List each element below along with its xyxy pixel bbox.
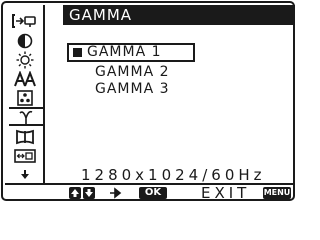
sidebar-divider xyxy=(43,5,45,183)
gamma-icon xyxy=(19,110,33,124)
sidebar-item-gamma[interactable] xyxy=(9,107,43,126)
option-gamma-1[interactable]: GAMMA 1 xyxy=(67,43,195,62)
brightness-icon xyxy=(16,51,34,68)
sidebar xyxy=(7,7,43,185)
sidebar-item-input[interactable] xyxy=(7,11,43,30)
sidebar-item-geometry[interactable] xyxy=(7,127,43,146)
sidebar-item-sharpness[interactable] xyxy=(7,69,43,88)
sharpness-icon xyxy=(14,70,36,86)
osd-menu-frame: GAMMA GAMMA 1 GAMMA 2 GAMMA 3 1280x1024/… xyxy=(1,1,295,202)
option-gamma-2[interactable]: GAMMA 2 xyxy=(95,64,170,81)
contrast-icon xyxy=(17,33,33,48)
sidebar-item-position[interactable] xyxy=(7,146,43,165)
right-arrow-icon xyxy=(109,187,123,199)
sidebar-item-brightness[interactable] xyxy=(7,50,43,69)
option-label: GAMMA 2 xyxy=(95,64,170,80)
option-label: GAMMA 1 xyxy=(87,44,162,60)
geometry-icon xyxy=(16,129,34,144)
sidebar-item-more[interactable] xyxy=(7,165,43,184)
footer-bar: OK EXIT MENU xyxy=(5,184,295,202)
ok-key: OK xyxy=(139,187,167,199)
position-icon xyxy=(14,148,36,163)
resolution-readout: 1280x1024/60Hz xyxy=(81,166,266,184)
input-select-icon xyxy=(12,13,36,28)
option-label: GAMMA 3 xyxy=(95,81,170,97)
more-icon xyxy=(21,169,29,179)
option-gamma-3[interactable]: GAMMA 3 xyxy=(95,81,170,98)
up-key-icon xyxy=(69,187,81,199)
color-icon xyxy=(17,89,33,106)
down-key-icon xyxy=(83,187,95,199)
sidebar-item-contrast[interactable] xyxy=(7,31,43,50)
exit-label: EXIT xyxy=(201,184,251,202)
menu-title: GAMMA xyxy=(63,5,295,25)
selection-marker xyxy=(73,48,82,57)
menu-key: MENU xyxy=(263,187,291,199)
sidebar-item-color[interactable] xyxy=(7,88,43,107)
